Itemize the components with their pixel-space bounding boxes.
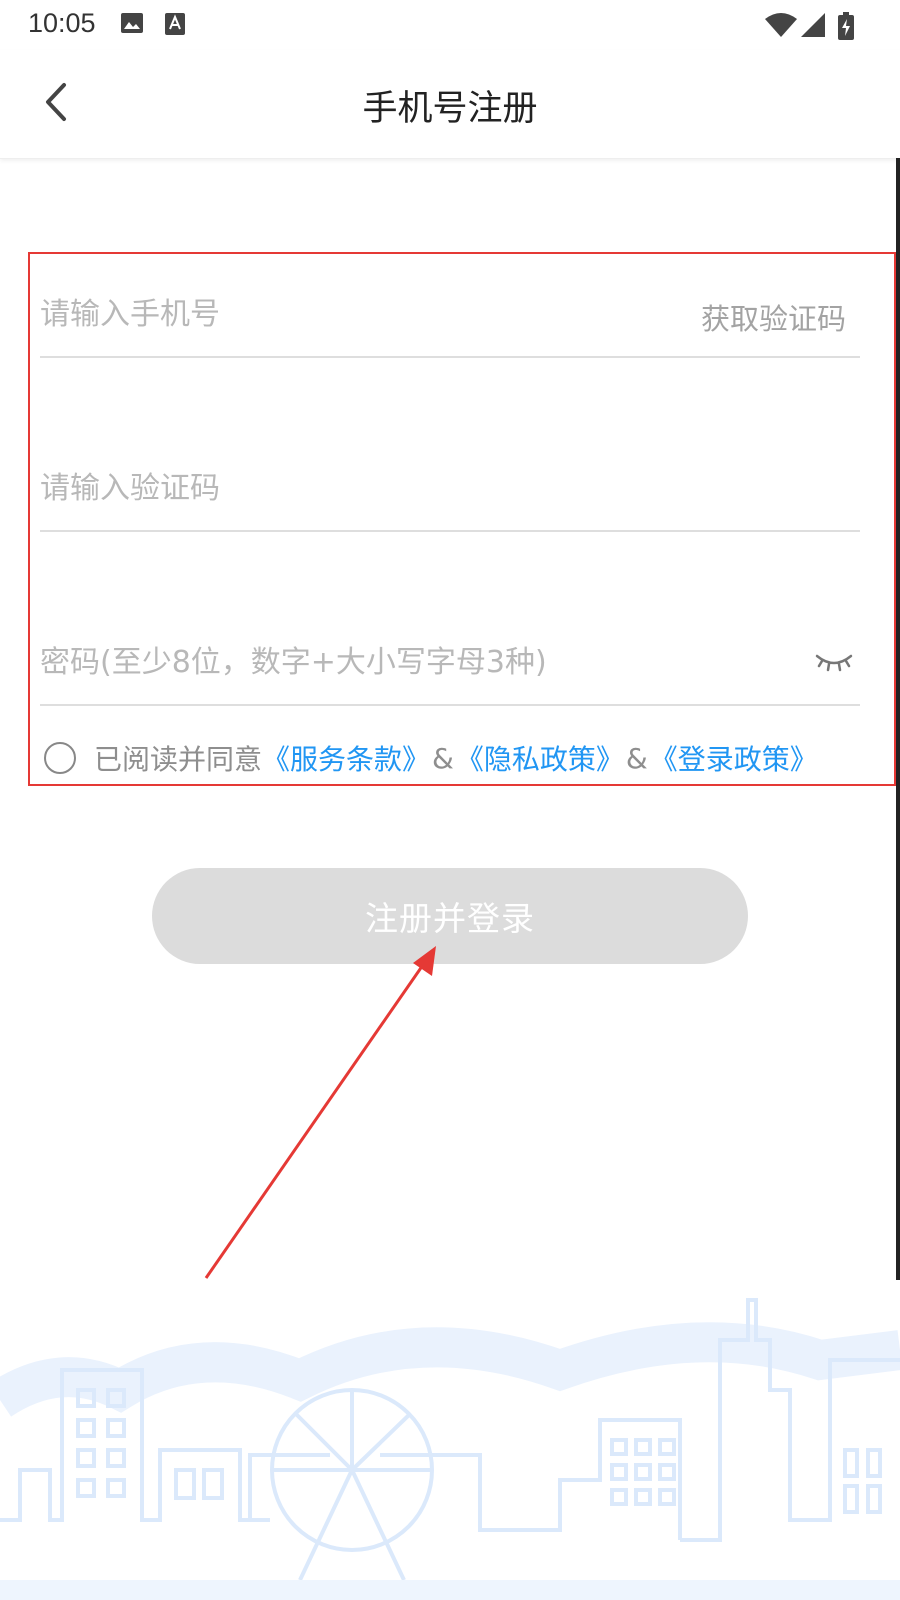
agreement-row: 已阅读并同意 《服务条款》 & 《隐私政策》 & 《登录政策》	[44, 738, 864, 778]
get-code-button[interactable]: 获取验证码	[701, 296, 846, 338]
password-input[interactable]	[40, 632, 780, 692]
ampersand-separator: &	[432, 741, 454, 775]
ampersand-separator: &	[625, 741, 648, 775]
agree-checkbox[interactable]	[44, 742, 76, 774]
text-notification-icon	[164, 12, 186, 40]
password-field	[40, 626, 860, 706]
signal-icon	[800, 12, 826, 42]
privacy-policy-link[interactable]: 《隐私政策》	[456, 738, 624, 778]
register-and-login-button[interactable]: 注册并登录	[152, 868, 748, 964]
status-time: 10:05	[28, 8, 96, 38]
terms-of-service-link[interactable]: 《服务条款》	[262, 738, 430, 778]
page-title: 手机号注册	[362, 89, 538, 129]
phone-field: 获取验证码	[40, 278, 860, 358]
city-skyline-illustration	[0, 1298, 900, 1600]
verification-code-field	[40, 452, 860, 532]
login-policy-link[interactable]: 《登录政策》	[650, 738, 818, 778]
eye-closed-icon[interactable]	[814, 648, 854, 678]
verification-code-input[interactable]	[40, 458, 640, 518]
image-notification-icon	[120, 12, 144, 38]
scroll-indicator	[896, 158, 900, 1280]
register-page: 10:05 手机号注册 获取验证码	[0, 0, 900, 1600]
status-bar: 10:05	[0, 0, 900, 50]
battery-charging-icon	[838, 12, 854, 44]
phone-input[interactable]	[40, 284, 640, 344]
wifi-icon	[764, 12, 798, 42]
agreement-text: 已阅读并同意	[94, 743, 263, 776]
app-header: 手机号注册	[0, 50, 900, 159]
